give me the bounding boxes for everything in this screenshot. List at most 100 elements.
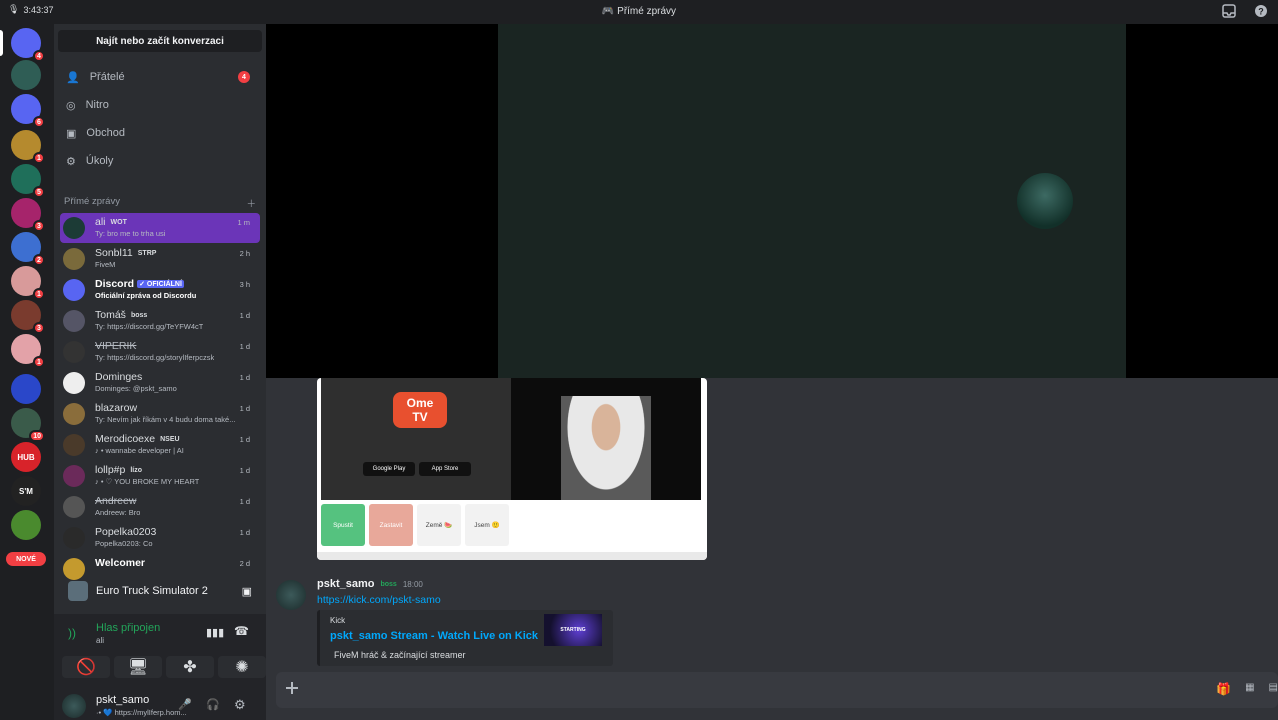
dm-item[interactable]: lollp#p lízo ♪ • ♡ YOU BROKE MY HEART 1 d — [60, 461, 260, 491]
dm-time: 1 d — [239, 373, 250, 382]
avatar — [63, 496, 85, 518]
dm-name-row: blazarow — [95, 402, 137, 414]
call-tile[interactable] — [498, 24, 1126, 378]
embed-title[interactable]: pskt_samo Stream - Watch Live on Kick — [330, 630, 538, 642]
dm-time: 1 d — [239, 528, 250, 537]
server-icon: S'M — [19, 486, 33, 496]
screen-icon: 🖥 — [127, 659, 149, 676]
dm-tag: lízo — [130, 466, 143, 474]
attach-plus-icon[interactable] — [284, 680, 300, 696]
dm-time: 3 h — [239, 280, 250, 289]
nav-label: Úkoly — [85, 155, 114, 167]
share-screen-button[interactable]: 🖥 — [114, 656, 162, 678]
avatar[interactable] — [276, 580, 306, 610]
dm-time: 2 d — [239, 559, 250, 568]
friends-icon: 👤 — [66, 71, 80, 84]
server-7[interactable]: 1 — [11, 266, 45, 300]
dm-sidebar: Najít nebo začít konverzaci 👤 Přátelé 4 ◎ Ni… — [54, 24, 266, 720]
message-link[interactable]: https://kick.com/pskt-samo — [317, 594, 441, 606]
nav-3[interactable]: ⚙ Úkoly — [60, 148, 260, 174]
shared-screenshot[interactable]: Ome TV Google Play App Store Spustit Zast… — [317, 378, 707, 560]
ometv-button-0: Spustit — [321, 504, 365, 546]
dm-item[interactable]: Popelka0203 Popelka0203: Co 1 d — [60, 523, 260, 553]
dm-item[interactable]: Tomáš boss Ty: https://discord.gg/TeYFW4cT… — [60, 306, 260, 336]
noise-suppression-icon[interactable]: ▮▮▮ — [206, 626, 224, 639]
ometv-button-3: Jsem 🙂 — [465, 504, 509, 546]
server-9[interactable]: 1 — [11, 334, 45, 368]
server-1[interactable] — [11, 60, 41, 90]
link-embed: Kick pskt_samo Stream - Watch Live on Ki… — [317, 610, 613, 666]
message-composer[interactable]: 🎁 ▦ ▤ — [276, 672, 1278, 708]
server-2[interactable]: 6 — [11, 94, 45, 128]
server-4[interactable]: 5 — [11, 164, 45, 198]
server-14[interactable] — [11, 510, 41, 540]
settings-gear-icon[interactable]: ⚙ — [234, 697, 246, 713]
user-panel: pskt_samo ·• 💙 https://mylIferp.hom... 🎤… — [54, 692, 266, 720]
author-name[interactable]: pskt_samo — [317, 578, 374, 590]
headphones-icon[interactable]: 🎧 — [206, 698, 220, 711]
dm-time: 1 d — [239, 497, 250, 506]
camera-button[interactable]: 🚫 — [62, 656, 110, 678]
server-5[interactable]: 3 — [11, 198, 45, 232]
voice-channel[interactable]: ali — [96, 636, 104, 645]
dm-name: Discord — [95, 278, 135, 290]
server-0[interactable]: 4 — [11, 28, 45, 62]
dm-tag: WOT — [110, 218, 127, 226]
dm-name: lollp#p — [95, 464, 126, 476]
ometv-button-2: Země 🍉 — [417, 504, 461, 546]
avatar[interactable] — [62, 694, 86, 718]
inbox-icon[interactable] — [1222, 4, 1236, 18]
mention-badge: 10 — [29, 430, 45, 442]
main-content: Ome TV Google Play App Store Spustit Zast… — [266, 24, 1278, 720]
dm-subtitle: Popelka0203: Co — [95, 539, 153, 548]
title-bar: 🎙 3:43:37 🎮 Přímé zprávy ? — [0, 0, 1278, 24]
new-badge[interactable]: NOVÉ — [6, 552, 46, 566]
embed-thumbnail[interactable]: STARTING — [544, 614, 602, 646]
sticker-icon[interactable]: ▤ — [1269, 682, 1278, 696]
help-icon[interactable]: ? — [1254, 4, 1268, 18]
add-dm-icon[interactable]: ＋ — [246, 196, 256, 210]
server-10[interactable] — [11, 374, 41, 404]
dm-item[interactable]: ali WOT Ty: bro me to trha usi 1 m — [60, 213, 260, 243]
activities-button[interactable]: ✤ — [166, 656, 214, 678]
soundboard-button[interactable]: ✺ — [218, 656, 266, 678]
mic-icon[interactable]: 🎤 — [178, 698, 192, 711]
nitro-icon: ◎ — [66, 99, 76, 112]
call-avatar — [1017, 173, 1073, 229]
mention-badge: 3 — [33, 322, 45, 334]
server-13[interactable]: S'M — [11, 476, 41, 506]
server-3[interactable]: 1 — [11, 130, 45, 164]
dm-time: 1 d — [239, 311, 250, 320]
dm-item[interactable]: Andreew Andreew: Bro 1 d — [60, 492, 260, 522]
dm-item[interactable]: Discord ✓ OFICIÁLNÍ Oficiální zpráva od Di… — [60, 275, 260, 305]
server-12[interactable]: HUB — [11, 442, 41, 472]
dm-item[interactable]: Merodicoexe NSEU ♪ • wannabe developer | A… — [60, 430, 260, 460]
webcam-person — [561, 396, 651, 500]
gift-icon[interactable]: 🎁 — [1216, 682, 1231, 696]
selected-indicator — [0, 30, 3, 56]
search-button[interactable]: Najít nebo začít konverzaci — [58, 30, 262, 52]
dm-tag: ✓ OFICIÁLNÍ — [137, 280, 184, 288]
dm-item[interactable]: VIPERIK Ty: https://discord.gg/storylIfer… — [60, 337, 260, 367]
avatar — [63, 248, 85, 270]
nav-0[interactable]: 👤 Přátelé 4 — [60, 64, 260, 90]
dm-name: Dominges — [95, 371, 143, 383]
gif-icon[interactable]: ▦ — [1245, 682, 1254, 696]
dm-item[interactable]: Sonbl11 STRP FiveM 2 h — [60, 244, 260, 274]
signal-icon: )) — [68, 626, 76, 640]
server-11[interactable]: 10 — [11, 408, 45, 442]
embed-provider: Kick — [330, 616, 346, 625]
voice-panel: )) Hlas připojen ali ▮▮▮ ☎ 🚫 🖥 ✤ ✺ — [54, 614, 266, 692]
server-8[interactable]: 3 — [11, 300, 45, 334]
server-6[interactable]: 2 — [11, 232, 45, 266]
nav-1[interactable]: ◎ Nitro — [60, 92, 260, 118]
nav-2[interactable]: ▣ Obchod — [60, 120, 260, 146]
shop-icon: ▣ — [66, 127, 77, 140]
avatar — [63, 217, 85, 239]
screen-share-icon[interactable]: ▣ — [242, 585, 252, 598]
dm-item[interactable]: blazarow Ty: Nevím jak říkám v 4 budu dom… — [60, 399, 260, 429]
disconnect-icon[interactable]: ☎ — [234, 624, 249, 638]
dm-item[interactable]: Dominges Dominges: @pskt_samo 1 d — [60, 368, 260, 398]
avatar — [63, 434, 85, 456]
mention-badge: 1 — [33, 356, 45, 368]
